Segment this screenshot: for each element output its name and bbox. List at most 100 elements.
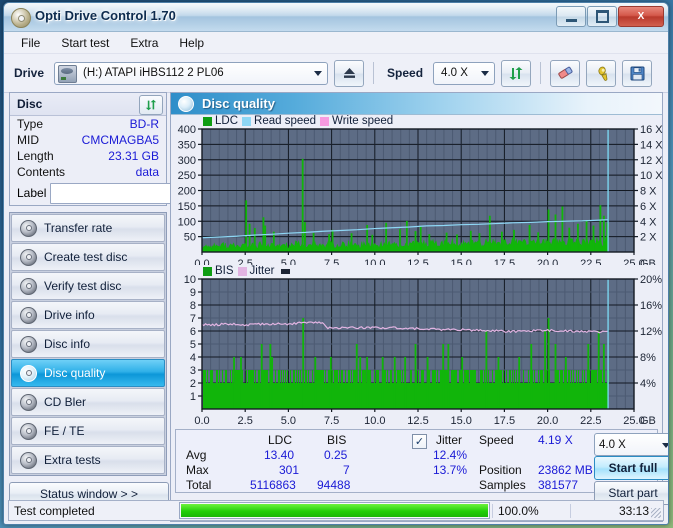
menu-item-file[interactable]: File: [12, 34, 49, 52]
legend-label-write-speed: Write speed: [332, 115, 394, 127]
drive-icon: [58, 64, 78, 83]
stats-jitter-max: 13.7%: [433, 463, 468, 477]
svg-text:400: 400: [178, 124, 196, 136]
svg-text:2: 2: [190, 378, 196, 390]
save-button[interactable]: [622, 59, 653, 87]
svg-text:8 X: 8 X: [640, 186, 657, 198]
disc-quality-icon: [178, 95, 194, 112]
legend-swatch-read-speed: [242, 116, 252, 126]
legend-label-jitter: Jitter: [249, 265, 275, 277]
stats-bis-total: 94488: [317, 478, 351, 492]
svg-text:300: 300: [178, 155, 196, 167]
svg-text:5.0: 5.0: [281, 415, 296, 425]
menu-item-help[interactable]: Help: [170, 34, 213, 52]
menu-item-extra[interactable]: Extra: [121, 34, 167, 52]
sidebar-item-drive-info[interactable]: Drive info: [11, 301, 165, 329]
svg-text:4 X: 4 X: [640, 216, 657, 228]
legend-ldc: LDC: [203, 115, 238, 127]
resize-grip[interactable]: [651, 508, 661, 518]
window-controls: X: [556, 6, 664, 27]
disc-type-value: BD-R: [129, 117, 159, 131]
upper-chart-legend: LDC Read speed Write speed: [203, 115, 393, 127]
disc-bler-icon: [20, 393, 37, 411]
svg-text:12%: 12%: [640, 326, 662, 338]
speed-select[interactable]: 4.0 X: [433, 61, 496, 85]
content-panel: Disc quality LDC Read speed Write speed: [170, 92, 668, 522]
sidebar-label: Create test disc: [44, 250, 128, 264]
svg-text:4%: 4%: [640, 378, 656, 390]
minimize-icon: [565, 18, 577, 22]
disc-contents-value: data: [135, 165, 159, 179]
speed-select-value: 4.0 X: [441, 67, 468, 79]
svg-text:350: 350: [178, 139, 196, 151]
minimize-button[interactable]: [556, 6, 586, 27]
disc-label-row: Label: [10, 180, 256, 206]
test-speed-select[interactable]: 4.0 X: [594, 433, 668, 456]
page-title: Disc quality: [202, 96, 275, 111]
content-header: Disc quality: [171, 93, 662, 115]
svg-text:250: 250: [178, 170, 196, 182]
toolbar-separator-1: [373, 62, 375, 84]
stats-ldc-avg: 13.40: [264, 448, 295, 462]
refresh-button[interactable]: [501, 59, 532, 87]
stats-ldc-max: 301: [279, 463, 300, 477]
svg-text:7.5: 7.5: [324, 415, 339, 425]
svg-text:20.0: 20.0: [537, 415, 558, 425]
disc-row-contents: Contents data: [10, 164, 166, 180]
svg-text:10: 10: [184, 274, 196, 286]
test-speed-value: 4.0 X: [599, 438, 626, 451]
close-button[interactable]: X: [618, 6, 664, 27]
sidebar-item-disc-quality[interactable]: Disc quality: [11, 359, 165, 387]
sidebar-item-transfer-rate[interactable]: Transfer rate: [11, 214, 165, 242]
legend-read-speed: Read speed: [242, 115, 316, 127]
menu-item-start-test[interactable]: Start test: [52, 34, 118, 52]
legend-swatch-jitter: [237, 266, 247, 276]
svg-text:6: 6: [190, 326, 196, 338]
disc-refresh-button[interactable]: [139, 95, 163, 115]
disc-mid-label: MID: [17, 133, 39, 147]
svg-text:20%: 20%: [640, 274, 662, 286]
disc-info-panel: Disc Type BD-R MID CMCMAGBA5 Length 23.3…: [9, 92, 256, 206]
disc-row-length: Length 23.31 GB: [10, 148, 166, 164]
tools-button[interactable]: [586, 59, 617, 87]
stats-ldc-total: 5116863: [250, 478, 296, 492]
disc-extra-icon: [20, 451, 37, 469]
sidebar-item-cd-bler[interactable]: CD Bler: [11, 388, 165, 416]
svg-text:16%: 16%: [640, 300, 662, 312]
disc-contents-label: Contents: [17, 165, 66, 179]
disc-label-caption: Label: [17, 186, 47, 200]
eject-button[interactable]: [334, 59, 365, 87]
navigation-list: Transfer rate Create test disc Verify te…: [9, 212, 167, 476]
legend-label-bis: BIS: [215, 265, 234, 277]
svg-text:3: 3: [190, 365, 196, 377]
progress-percent: 100.0%: [492, 503, 570, 518]
elapsed-time: 33:13: [570, 503, 663, 518]
progress-bar: [179, 502, 490, 519]
svg-text:200: 200: [178, 186, 196, 198]
start-full-button[interactable]: Start full: [594, 456, 668, 480]
svg-text:8: 8: [190, 300, 196, 312]
sidebar-item-disc-info[interactable]: Disc info: [11, 330, 165, 358]
sidebar-item-verify-test-disc[interactable]: Verify test disc: [11, 272, 165, 300]
sidebar-label: Extra tests: [44, 453, 101, 467]
erase-button[interactable]: [550, 59, 581, 87]
sidebar-item-extra-tests[interactable]: Extra tests: [11, 446, 165, 474]
samples-stat-value: 381577: [538, 478, 579, 492]
sidebar-item-create-test-disc[interactable]: Create test disc: [11, 243, 165, 271]
legend-bis: BIS: [203, 265, 234, 277]
menu-bar: File Start test Extra Help: [4, 32, 668, 54]
jitter-checkbox[interactable]: ✓: [412, 434, 427, 449]
disc-type-label: Type: [17, 117, 44, 131]
position-stat-label: Position: [479, 463, 522, 477]
disc-fete-icon: [20, 422, 37, 440]
refresh-arrows-icon: [145, 99, 157, 111]
svg-text:50: 50: [184, 232, 196, 244]
app-disc-icon: [11, 8, 31, 28]
maximize-button[interactable]: [587, 6, 617, 27]
svg-text:17.5: 17.5: [494, 415, 515, 425]
status-bar: Test completed 100.0% 33:13: [8, 500, 664, 521]
svg-text:7: 7: [190, 313, 196, 325]
drive-select[interactable]: (H:) ATAPI iHBS112 2 PL06: [54, 61, 329, 85]
speed-label: Speed: [387, 66, 424, 80]
sidebar-item-fe-te[interactable]: FE / TE: [11, 417, 165, 445]
